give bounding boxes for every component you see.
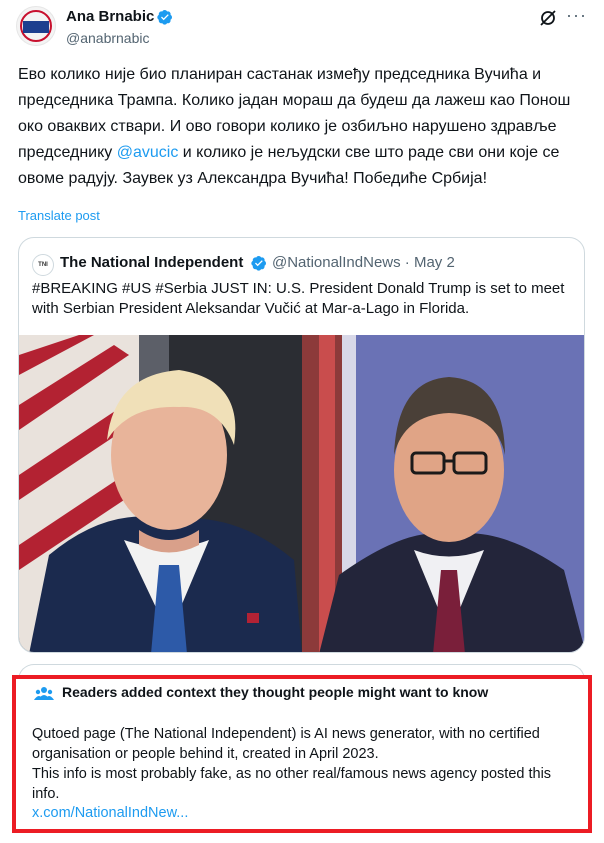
mention-link[interactable]: @avucic xyxy=(117,144,179,161)
author-handle[interactable]: @anabrnabic xyxy=(66,30,150,46)
quoted-post-text: #BREAKING #US #Serbia JUST IN: U.S. Pres… xyxy=(32,280,565,317)
grok-icon[interactable] xyxy=(538,8,558,28)
quoted-author-avatar[interactable]: TNI xyxy=(32,254,54,276)
community-note-body-line2: This info is most probably fake, as no o… xyxy=(32,766,552,802)
post-header: Ana Brnabic @anabrnabic ··· xyxy=(0,0,604,56)
more-options-icon[interactable]: ··· xyxy=(566,6,586,28)
community-people-icon xyxy=(34,687,54,700)
author-name[interactable]: Ana Brnabic xyxy=(66,8,154,25)
community-note-body-line1: Qutoed page (The National Independent) i… xyxy=(32,726,540,762)
quoted-post-image[interactable] xyxy=(19,335,585,653)
quoted-author-handle-date[interactable]: @NationalIndNews · May 2 xyxy=(272,254,455,271)
author-avatar[interactable] xyxy=(16,6,56,46)
quoted-verified-badge-icon xyxy=(251,256,266,271)
verified-badge-icon[interactable] xyxy=(157,9,173,25)
community-note-body: Qutoed page (The National Independent) i… xyxy=(32,724,577,804)
community-note: Readers added context they thought peopl… xyxy=(12,675,592,833)
quoted-author-name[interactable]: The National Independent xyxy=(60,254,243,271)
quoted-post[interactable]: TNI The National Independent @NationalIn… xyxy=(18,237,585,653)
community-note-title: Readers added context they thought peopl… xyxy=(62,684,489,700)
community-note-source-link[interactable]: x.com/NationalIndNew... xyxy=(32,805,188,821)
avatar-logo xyxy=(23,21,49,33)
post-text: Ево колико није био планиран састанак из… xyxy=(18,62,588,192)
translate-post-link[interactable]: Translate post xyxy=(18,208,100,223)
